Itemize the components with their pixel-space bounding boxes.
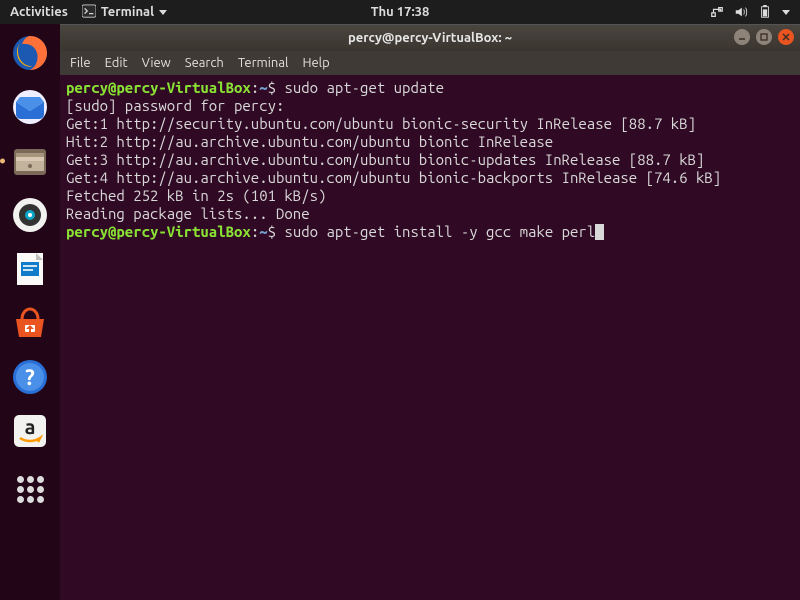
dropdown-icon bbox=[159, 10, 167, 15]
terminal-icon bbox=[82, 4, 96, 21]
command-1: sudo apt-get update bbox=[284, 79, 444, 96]
terminal-window: percy@percy-VirtualBox: ~ File Edit View… bbox=[60, 24, 800, 600]
menu-help[interactable]: Help bbox=[302, 56, 329, 70]
files-launcher[interactable] bbox=[7, 138, 53, 184]
libreoffice-writer-launcher[interactable] bbox=[7, 246, 53, 292]
terminal-pane[interactable]: percy@percy-VirtualBox:~$ sudo apt-get u… bbox=[60, 75, 800, 600]
firefox-launcher[interactable] bbox=[7, 30, 53, 76]
prompt-path: ~ bbox=[259, 79, 267, 96]
close-button[interactable] bbox=[778, 29, 794, 45]
menu-file[interactable]: File bbox=[70, 56, 91, 70]
output-line: [sudo] password for percy: bbox=[66, 97, 284, 114]
prompt-colon: : bbox=[251, 223, 259, 240]
show-applications[interactable] bbox=[7, 466, 53, 512]
prompt-colon: : bbox=[251, 79, 259, 96]
maximize-button[interactable] bbox=[756, 29, 772, 45]
activities-button[interactable]: Activities bbox=[10, 5, 68, 19]
rhythmbox-launcher[interactable] bbox=[7, 192, 53, 238]
help-launcher[interactable]: ? bbox=[7, 354, 53, 400]
svg-text:?: ? bbox=[25, 365, 35, 390]
minimize-button[interactable] bbox=[734, 29, 750, 45]
menu-view[interactable]: View bbox=[142, 56, 171, 70]
menu-edit[interactable]: Edit bbox=[105, 56, 128, 70]
prompt-dollar: $ bbox=[268, 79, 285, 96]
battery-icon bbox=[758, 5, 772, 19]
software-center-launcher[interactable] bbox=[7, 300, 53, 346]
output-line: Fetched 252 kB in 2s (101 kB/s) bbox=[66, 187, 326, 204]
apps-grid-icon bbox=[17, 476, 44, 503]
thunderbird-launcher[interactable] bbox=[7, 84, 53, 130]
command-2: sudo apt-get install -y gcc make perl bbox=[284, 223, 595, 240]
menu-terminal[interactable]: Terminal bbox=[238, 56, 289, 70]
top-panel: Activities Terminal Thu 17:38 bbox=[0, 0, 800, 24]
clock[interactable]: Thu 17:38 bbox=[371, 5, 430, 19]
chevron-down-icon bbox=[782, 10, 790, 15]
menu-search[interactable]: Search bbox=[185, 56, 224, 70]
text-cursor bbox=[595, 224, 604, 240]
window-title: percy@percy-VirtualBox: ~ bbox=[348, 31, 512, 45]
prompt-path: ~ bbox=[259, 223, 267, 240]
app-menu-label: Terminal bbox=[101, 5, 154, 19]
output-line: Get:3 http://au.archive.ubuntu.com/ubunt… bbox=[66, 151, 704, 168]
output-line: Get:1 http://security.ubuntu.com/ubuntu … bbox=[66, 115, 696, 132]
launcher: ? a bbox=[0, 24, 60, 600]
prompt-dollar: $ bbox=[268, 223, 285, 240]
prompt-user-host: percy@percy-VirtualBox bbox=[66, 223, 251, 240]
system-status-area[interactable] bbox=[710, 5, 790, 19]
network-icon bbox=[710, 5, 724, 19]
prompt-user-host: percy@percy-VirtualBox bbox=[66, 79, 251, 96]
output-line: Reading package lists... Done bbox=[66, 205, 310, 222]
menubar: File Edit View Search Terminal Help bbox=[60, 51, 800, 75]
volume-icon bbox=[734, 5, 748, 19]
app-menu[interactable]: Terminal bbox=[82, 4, 167, 21]
window-titlebar[interactable]: percy@percy-VirtualBox: ~ bbox=[60, 25, 800, 51]
svg-text:a: a bbox=[25, 415, 36, 438]
output-line: Get:4 http://au.archive.ubuntu.com/ubunt… bbox=[66, 169, 721, 186]
amazon-launcher[interactable]: a bbox=[7, 408, 53, 454]
output-line: Hit:2 http://au.archive.ubuntu.com/ubunt… bbox=[66, 133, 553, 150]
